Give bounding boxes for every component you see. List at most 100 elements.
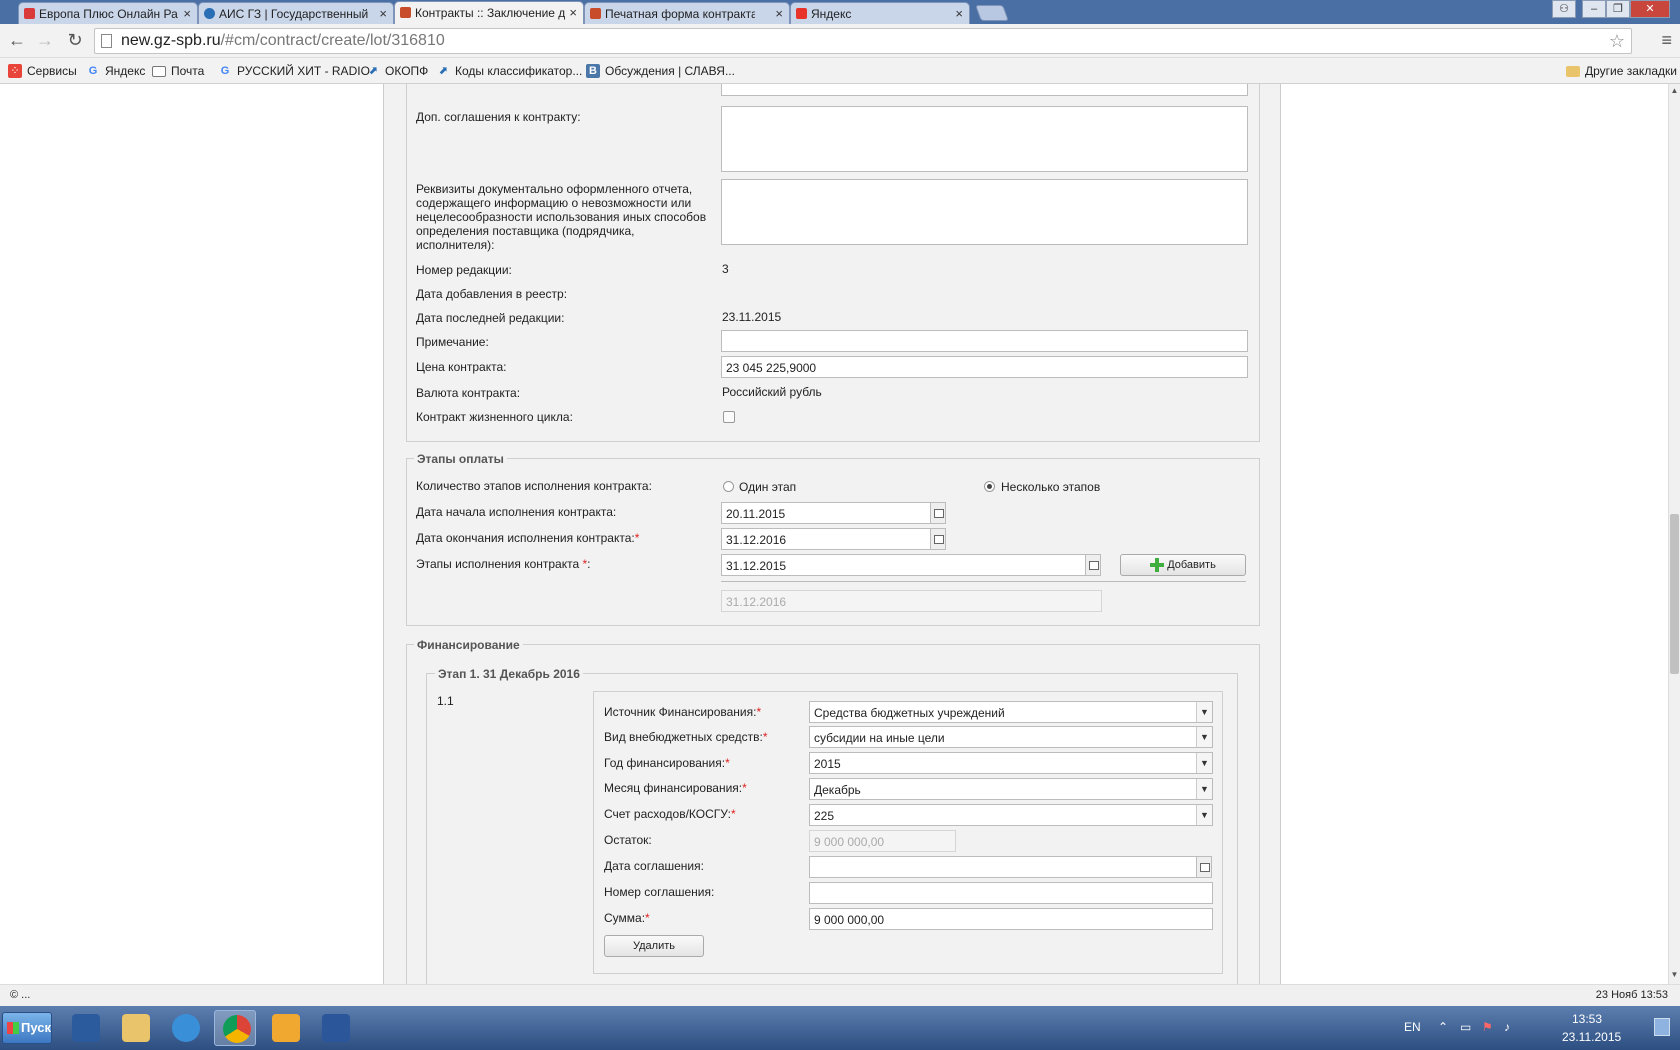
forward-icon[interactable]: →: [34, 30, 56, 52]
calendar-icon[interactable]: [1085, 554, 1101, 576]
etap-disabled-input: 31.12.2016: [721, 590, 1102, 612]
previous-field-input[interactable]: [721, 84, 1248, 96]
summa-input[interactable]: 9 000 000,00: [809, 908, 1213, 930]
one-stage-radio[interactable]: [723, 481, 734, 492]
etapy-label: Этапы исполнения контракта *:: [416, 557, 591, 571]
close-tab-icon[interactable]: ×: [379, 6, 387, 21]
tab-ais-gz[interactable]: АИС ГЗ | Государственный ×: [198, 2, 394, 24]
chevron-down-icon: ▼: [1196, 805, 1212, 825]
delete-button[interactable]: Удалить: [604, 935, 704, 957]
god-label: Год финансирования:*: [604, 756, 730, 770]
etapy-input[interactable]: 31.12.2015: [721, 554, 1086, 576]
mail-icon: [152, 66, 166, 77]
bookmark-yandex[interactable]: G Яндекс: [86, 64, 146, 78]
link-icon: ⬈: [368, 65, 378, 77]
data-soglasheniya-label: Дата соглашения:: [604, 859, 704, 873]
bookmark-codes[interactable]: ⬈ Коды классификатор...: [436, 64, 582, 78]
add-stage-button[interactable]: Добавить: [1120, 554, 1246, 576]
calendar-icon[interactable]: [1196, 856, 1212, 878]
taskbar-word[interactable]: [314, 1010, 356, 1046]
close-tab-icon[interactable]: ×: [569, 5, 577, 20]
user-icon[interactable]: ⚇: [1552, 0, 1576, 18]
flag-alert-icon[interactable]: ⚑: [1482, 1020, 1493, 1034]
tab-europa-plus[interactable]: Европа Плюс Онлайн Ра ×: [18, 2, 198, 24]
gov-favicon-icon: [204, 8, 215, 19]
nomer-soglasheniya-label: Номер соглашения:: [604, 885, 715, 899]
close-tab-icon[interactable]: ×: [183, 6, 191, 21]
dop-soglasheniya-textarea[interactable]: [721, 106, 1248, 172]
restore-icon[interactable]: ❐: [1606, 0, 1630, 18]
calendar-icon[interactable]: [930, 502, 946, 524]
tab-print-form[interactable]: Печатная форма контракта ×: [584, 2, 790, 24]
taskbar-outlook[interactable]: [264, 1010, 306, 1046]
okonchanie-input[interactable]: 31.12.2016: [721, 528, 931, 550]
show-desktop-icon[interactable]: [1654, 1018, 1670, 1036]
many-stages-radio[interactable]: [984, 481, 995, 492]
nachalo-input[interactable]: 20.11.2015: [721, 502, 931, 524]
bookmark-okopf[interactable]: ⬈ ОКОПФ: [366, 64, 428, 78]
outlook-icon: [272, 1014, 300, 1042]
bookmark-mail[interactable]: Почта: [152, 64, 204, 78]
menu-icon[interactable]: ≡: [1661, 30, 1672, 51]
tray-expand-icon[interactable]: ⌃: [1438, 1020, 1448, 1034]
clock-date[interactable]: 23.11.2015: [1562, 1030, 1621, 1044]
bookmark-discussions[interactable]: B Обсуждения | СЛАВЯ...: [586, 64, 735, 78]
plus-icon: [1150, 558, 1165, 573]
back-icon[interactable]: ←: [6, 30, 28, 52]
schet-select[interactable]: 225 ▼: [809, 804, 1213, 826]
primechanie-input[interactable]: [721, 330, 1248, 352]
scroll-down-icon[interactable]: ▼: [1670, 970, 1679, 979]
clock-time[interactable]: 13:53: [1572, 1012, 1602, 1026]
scroll-thumb[interactable]: [1670, 514, 1679, 674]
taskbar-ie[interactable]: [164, 1010, 206, 1046]
address-bar[interactable]: new.gz-spb.ru/#cm/contract/create/lot/31…: [94, 28, 1632, 54]
bookmark-radio[interactable]: G РУССКИЙ ХИТ - RADIO: [218, 64, 370, 78]
required-mark: *: [762, 730, 768, 744]
network-icon[interactable]: ▭: [1460, 1020, 1471, 1034]
bookmark-services[interactable]: ⁘ Сервисы: [8, 64, 77, 78]
reload-icon[interactable]: ↻: [64, 30, 86, 52]
new-tab-button[interactable]: [975, 5, 1009, 21]
ostatok-input: 9 000 000,00: [809, 830, 956, 852]
close-tab-icon[interactable]: ×: [775, 6, 783, 21]
mesyac-select[interactable]: Декабрь ▼: [809, 778, 1213, 800]
istochnik-label: Источник Финансирования:*: [604, 705, 762, 719]
close-window-icon[interactable]: ✕: [1630, 0, 1670, 18]
volume-icon[interactable]: ♪: [1504, 1020, 1510, 1034]
status-datetime: 23 Нояб 13:53: [1595, 989, 1668, 1001]
start-button[interactable]: Пуск: [2, 1012, 52, 1044]
god-select[interactable]: 2015 ▼: [809, 752, 1213, 774]
bookmark-star-icon[interactable]: ☆: [1609, 31, 1625, 52]
vid-select[interactable]: субсидии на иные цели ▼: [809, 726, 1213, 748]
required-mark: *: [725, 756, 730, 770]
cena-input[interactable]: 23 045 225,9000: [721, 356, 1248, 378]
tab-contracts[interactable]: Контракты :: Заключение д ×: [394, 1, 584, 24]
browser-tab-strip: Европа Плюс Онлайн Ра × АИС ГЗ | Государ…: [0, 0, 1680, 24]
scroll-up-icon[interactable]: ▲: [1670, 86, 1679, 95]
cena-label: Цена контракта:: [416, 360, 507, 374]
minimize-icon[interactable]: –: [1582, 0, 1606, 18]
istochnik-select[interactable]: Средства бюджетных учреждений ▼: [809, 701, 1213, 723]
language-indicator[interactable]: EN: [1404, 1020, 1421, 1034]
taskbar-powershell[interactable]: [64, 1010, 106, 1046]
rekvizity-textarea[interactable]: [721, 179, 1248, 245]
page-scrollbar[interactable]: ▲ ▼: [1668, 84, 1680, 984]
g-icon: G: [220, 65, 230, 77]
tab-yandex[interactable]: Яндекс ×: [790, 2, 970, 24]
taskbar-explorer[interactable]: [114, 1010, 156, 1046]
windows-taskbar: Пуск EN ⌃ ▭ ⚑ ♪ 13:53 23.11.2015: [0, 1006, 1680, 1050]
browser-toolbar: ← → ↻ new.gz-spb.ru/#cm/contract/create/…: [0, 24, 1680, 58]
status-bar: © ... 23 Нояб 13:53: [0, 984, 1680, 1006]
taskbar-chrome[interactable]: [214, 1010, 256, 1046]
other-bookmarks[interactable]: Другие закладки: [1566, 64, 1677, 78]
nomer-soglasheniya-input[interactable]: [809, 882, 1213, 904]
life-cycle-checkbox[interactable]: [723, 411, 735, 423]
calendar-icon[interactable]: [930, 528, 946, 550]
close-tab-icon[interactable]: ×: [955, 6, 963, 21]
okonchanie-label: Дата окончания исполнения контракта:*: [416, 531, 640, 545]
chevron-down-icon: ▼: [1196, 753, 1212, 773]
add-button-label: Добавить: [1167, 559, 1216, 571]
data-soglasheniya-input[interactable]: [809, 856, 1197, 878]
g-icon: G: [88, 65, 98, 77]
row-number: 1.1: [437, 694, 454, 708]
